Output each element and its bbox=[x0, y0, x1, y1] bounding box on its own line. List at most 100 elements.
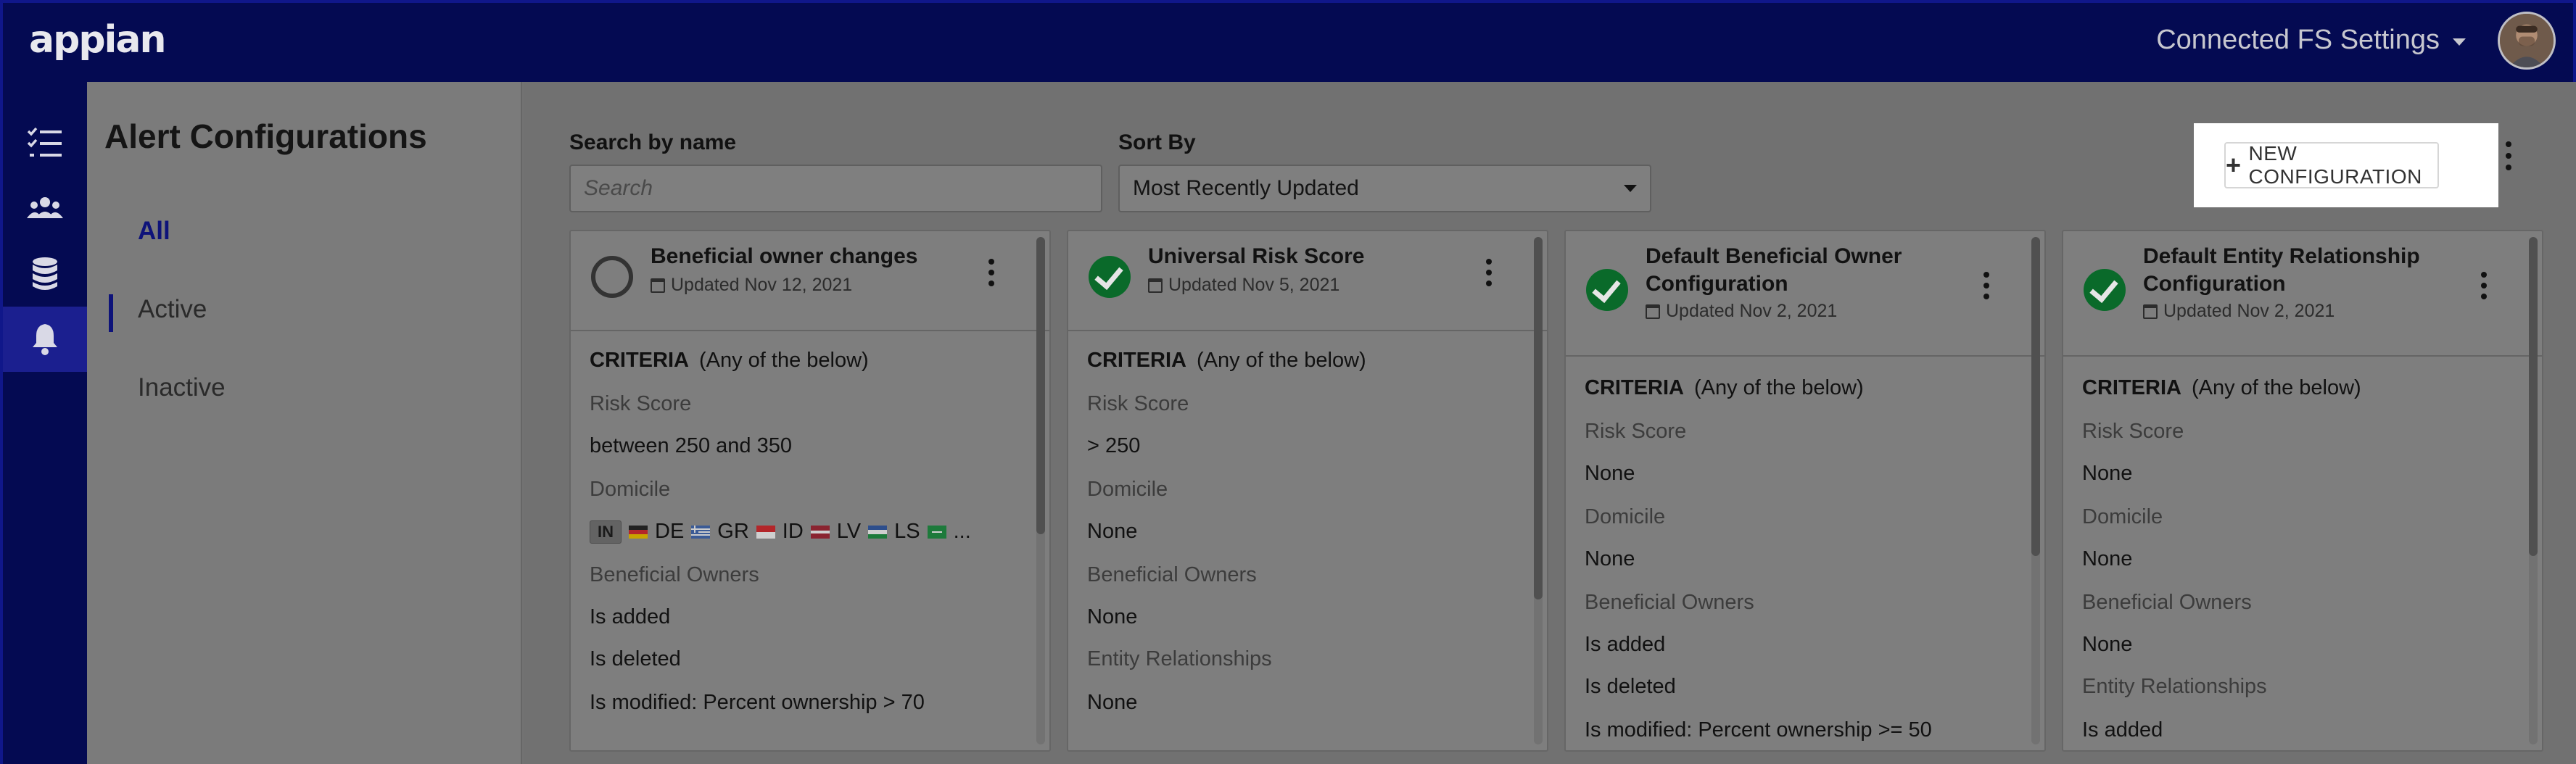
new-configuration-button[interactable]: + NEW CONFIGURATION bbox=[2224, 142, 2439, 188]
saudi-flag-icon bbox=[927, 525, 946, 539]
card-more-menu[interactable] bbox=[1482, 259, 1496, 286]
filter-active[interactable]: Active bbox=[138, 295, 207, 324]
criteria-value: None bbox=[1585, 547, 1635, 570]
lesotho-flag-icon bbox=[868, 525, 888, 539]
card-scrollbar[interactable] bbox=[2031, 237, 2040, 744]
criteria-value: Is modified: Percent ownership > 70 bbox=[590, 691, 925, 714]
country-code: LS bbox=[894, 520, 920, 543]
checklist-icon bbox=[27, 127, 62, 157]
config-card[interactable]: Universal Risk Score Updated Nov 5, 2021… bbox=[1067, 230, 1548, 752]
criteria-heading: Risk Score bbox=[2082, 420, 2184, 443]
criteria-value: Is deleted bbox=[590, 647, 681, 670]
card-header: Beneficial owner changes Updated Nov 12,… bbox=[571, 231, 1049, 331]
card-scrollbar[interactable] bbox=[1036, 237, 1045, 744]
more-countries: ... bbox=[953, 520, 971, 543]
criteria-heading: Beneficial Owners bbox=[590, 563, 759, 586]
rail-item-users[interactable] bbox=[3, 176, 87, 241]
card-updated: Updated Nov 2, 2021 bbox=[2143, 301, 2334, 322]
latvia-flag-icon bbox=[810, 525, 830, 539]
criteria-value: Is added bbox=[2082, 718, 2163, 742]
rail-item-alerts[interactable] bbox=[3, 307, 87, 372]
criteria-heading: Domicile bbox=[1087, 478, 1168, 501]
card-scrollbar[interactable] bbox=[1534, 237, 1543, 744]
criteria-value: Is added bbox=[1585, 633, 1666, 656]
country-code: LV bbox=[836, 520, 862, 543]
search-input[interactable]: Search bbox=[569, 165, 1102, 212]
new-config-highlight: + NEW CONFIGURATION bbox=[2194, 123, 2498, 207]
updated-text: Updated Nov 12, 2021 bbox=[671, 275, 853, 295]
config-card[interactable]: Beneficial owner changes Updated Nov 12,… bbox=[569, 230, 1051, 752]
search-label: Search by name bbox=[569, 130, 737, 154]
page-title: Alert Configurations bbox=[104, 117, 427, 155]
criteria-line: CRITERIA (Any of the below) bbox=[2082, 376, 2361, 399]
calendar-icon bbox=[1148, 278, 1163, 293]
criteria-line: CRITERIA (Any of the below) bbox=[1087, 349, 1366, 372]
criteria-heading: Risk Score bbox=[590, 392, 692, 415]
chevron-down-icon bbox=[2453, 38, 2466, 46]
card-more-menu[interactable] bbox=[1979, 272, 1994, 299]
settings-menu[interactable]: Connected FS Settings bbox=[2156, 25, 2466, 56]
bell-icon bbox=[33, 324, 57, 355]
sort-value: Most Recently Updated bbox=[1133, 176, 1359, 200]
filter-all[interactable]: All bbox=[138, 217, 170, 246]
selected-indicator bbox=[109, 294, 113, 332]
criteria-value: Is added bbox=[590, 605, 671, 628]
criteria-heading: Domicile bbox=[590, 478, 671, 501]
rail-item-data[interactable] bbox=[3, 241, 87, 307]
criteria-value: None bbox=[2082, 462, 2133, 485]
card-updated: Updated Nov 2, 2021 bbox=[1646, 301, 1837, 322]
indonesia-flag-icon bbox=[756, 525, 775, 539]
criteria-heading: Domicile bbox=[2082, 505, 2163, 528]
filter-inactive[interactable]: Inactive bbox=[138, 373, 226, 402]
sort-select[interactable]: Most Recently Updated bbox=[1118, 165, 1651, 212]
card-scrollbar[interactable] bbox=[2529, 237, 2538, 744]
criteria-value: Is deleted bbox=[1585, 675, 1676, 698]
criteria-heading: Risk Score bbox=[1087, 392, 1189, 415]
card-title[interactable]: Default Beneficial Owner Configuration bbox=[1646, 243, 1965, 298]
card-title[interactable]: Beneficial owner changes bbox=[651, 243, 970, 270]
country-code: ID bbox=[782, 520, 804, 543]
germany-flag-icon bbox=[629, 525, 648, 539]
card-updated: Updated Nov 5, 2021 bbox=[1148, 275, 1339, 296]
new-configuration-label: NEW CONFIGURATION bbox=[2248, 142, 2422, 188]
app-header: appian Connected FS Settings bbox=[0, 0, 2576, 82]
inactive-status-icon bbox=[591, 256, 633, 298]
active-status-icon bbox=[1586, 269, 1628, 311]
active-status-icon bbox=[2084, 269, 2126, 311]
calendar-icon bbox=[1646, 304, 1660, 319]
plus-icon: + bbox=[2226, 150, 2242, 180]
criteria-heading: Beneficial Owners bbox=[2082, 591, 2252, 614]
user-avatar[interactable] bbox=[2498, 12, 2556, 70]
active-status-icon bbox=[1089, 256, 1131, 298]
card-title[interactable]: Default Entity Relationship Configuratio… bbox=[2143, 243, 2462, 298]
search-placeholder: Search bbox=[584, 176, 653, 200]
criteria-value: > 250 bbox=[1087, 434, 1141, 457]
updated-text: Updated Nov 2, 2021 bbox=[1666, 301, 1838, 321]
criteria-value: None bbox=[1585, 462, 1635, 485]
domicile-flags: IN DE GR ID LV LS ... bbox=[590, 520, 971, 544]
criteria-heading: Domicile bbox=[1585, 505, 1666, 528]
criteria-heading: Entity Relationships bbox=[1087, 647, 1272, 670]
card-header: Default Entity Relationship Configuratio… bbox=[2063, 231, 2542, 357]
page-more-menu[interactable] bbox=[2501, 141, 2517, 170]
chevron-down-icon bbox=[1624, 185, 1637, 192]
criteria-value: between 250 and 350 bbox=[590, 434, 792, 457]
users-icon bbox=[27, 197, 63, 218]
card-more-menu[interactable] bbox=[984, 259, 999, 286]
card-updated: Updated Nov 12, 2021 bbox=[651, 275, 852, 296]
filter-nav: Alert Configurations All Active Inactive bbox=[87, 82, 522, 764]
criteria-value: None bbox=[2082, 547, 2133, 570]
greece-flag-icon bbox=[691, 525, 711, 539]
database-icon bbox=[33, 257, 57, 290]
appian-logo[interactable]: appian bbox=[29, 14, 166, 65]
rail-item-tasks[interactable] bbox=[3, 111, 87, 176]
card-more-menu[interactable] bbox=[2477, 272, 2491, 299]
card-header: Default Beneficial Owner Configuration U… bbox=[1566, 231, 2044, 357]
card-title[interactable]: Universal Risk Score bbox=[1148, 243, 1467, 270]
criteria-line: CRITERIA (Any of the below) bbox=[1585, 376, 1864, 399]
config-card[interactable]: Default Entity Relationship Configuratio… bbox=[2062, 230, 2543, 752]
criteria-value: Is modified: Percent ownership >= 50 bbox=[1585, 718, 1932, 742]
criteria-heading: Beneficial Owners bbox=[1585, 591, 1754, 614]
config-card[interactable]: Default Beneficial Owner Configuration U… bbox=[1564, 230, 2046, 752]
criteria-heading: Entity Relationships bbox=[2082, 675, 2267, 698]
